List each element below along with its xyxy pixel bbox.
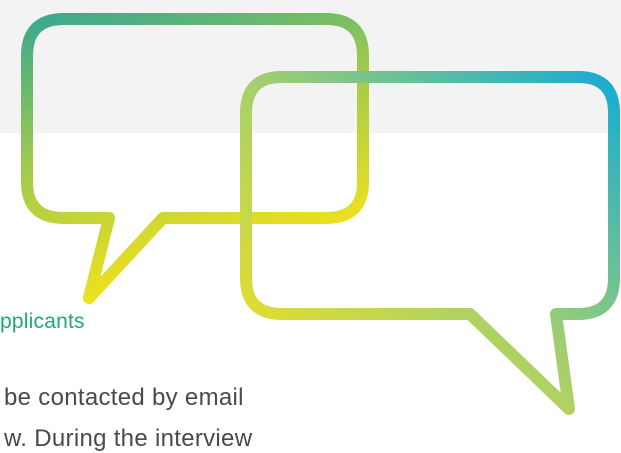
speech-bubbles-icon bbox=[21, 13, 620, 415]
left-speech-bubble bbox=[21, 13, 369, 304]
right-speech-bubble bbox=[240, 71, 620, 415]
section-heading: pplicants bbox=[0, 310, 85, 333]
body-text-line-2: w. During the interview bbox=[4, 425, 253, 452]
body-text-line-1: be contacted by email bbox=[4, 384, 244, 411]
